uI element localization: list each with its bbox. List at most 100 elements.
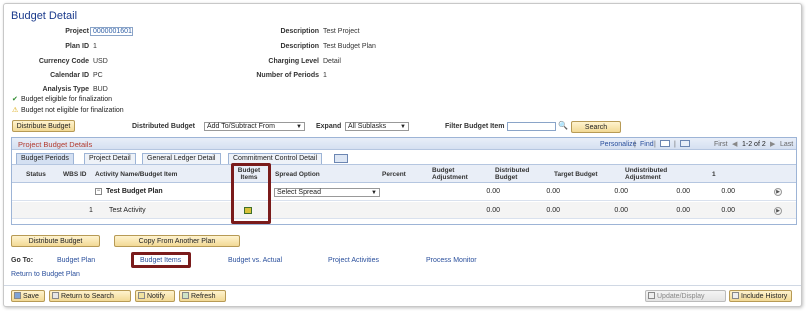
refresh-icon [182, 292, 189, 299]
distributed-budget-select[interactable]: Add To/Subtract From ▼ [204, 122, 305, 131]
periods-value: 1 [323, 72, 327, 79]
col-activity: Activity Name/Budget Item [95, 171, 178, 178]
analysis-value: BUD [93, 86, 108, 93]
goto-process-monitor-link[interactable]: Process Monitor [426, 257, 477, 264]
undistributed-adjustment-cell: 0.00 [676, 207, 690, 214]
table-row: 1 Test Activity 0.00 0.00 0.00 0.00 0.00… [12, 202, 796, 219]
update-display-label: Update/Display [657, 293, 705, 300]
distribute-budget-button-top[interactable]: Distribute Budget [12, 120, 75, 132]
include-history-button[interactable]: Include History [729, 290, 792, 302]
chevron-down-icon: ▼ [296, 124, 302, 130]
distributed-budget-label: Distributed Budget [132, 123, 195, 130]
update-icon [648, 292, 655, 299]
col-undistributed-adjustment: Undistributed Adjustment [625, 167, 668, 181]
target-budget-cell: 0.00 [614, 207, 628, 214]
budget-items-highlight [231, 163, 271, 224]
update-display-button[interactable]: Update/Display [645, 290, 726, 302]
periods-label: Number of Periods [256, 72, 319, 79]
download-icon[interactable] [680, 140, 690, 147]
chevron-down-icon: ▼ [371, 190, 377, 196]
save-label: Save [23, 293, 39, 300]
refresh-label: Refresh [191, 293, 216, 300]
filter-budget-item-input[interactable] [507, 122, 556, 131]
plan-description-value: Test Budget Plan [323, 43, 376, 50]
charging-level-value: Detail [323, 58, 341, 65]
project-budget-details-grid: Project Budget Details Personalize | Fin… [11, 137, 797, 225]
analysis-label: Analysis Type [42, 86, 89, 93]
spread-option-select[interactable]: Select Spread ▼ [274, 188, 380, 197]
personalize-link[interactable]: Personalize [600, 141, 637, 148]
save-button[interactable]: Save [11, 290, 45, 302]
include-history-label: Include History [741, 293, 788, 300]
not-eligible-status-text: Budget not eligible for finalization [20, 107, 124, 114]
target-budget-cell: 0.00 [614, 188, 628, 195]
distributed-budget-cell: 0.00 [546, 207, 560, 214]
goto-budget-vs-actual-link[interactable]: Budget vs. Actual [228, 257, 282, 264]
tab-general-ledger-detail[interactable]: General Ledger Detail [142, 153, 221, 164]
plan-description-label: Description [280, 43, 319, 50]
show-all-columns-icon[interactable] [334, 154, 348, 163]
description-value: Test Project [323, 28, 360, 35]
col-status: Status [26, 171, 46, 178]
col-target-budget: Target Budget [554, 171, 598, 178]
calendar-label: Calendar ID [50, 72, 89, 79]
activity-name: Test Activity [109, 207, 146, 214]
chevron-down-icon: ▼ [400, 124, 406, 130]
tab-project-detail[interactable]: Project Detail [84, 153, 136, 164]
distributed-budget-value: Add To/Subtract From [207, 123, 275, 130]
project-field[interactable]: 0000001601 [90, 27, 133, 36]
col-period-1: 1 [712, 171, 716, 178]
save-icon [14, 292, 21, 299]
col-wbs-id: WBS ID [63, 171, 87, 178]
not-eligible-status: ⚠ Budget not eligible for finalization [12, 106, 124, 114]
charging-level-label: Charging Level [268, 58, 319, 65]
view-all-icon[interactable] [660, 140, 670, 147]
budget-detail-window: Budget Detail Project 0000001601 Plan ID… [3, 3, 802, 307]
col-spread-option: Spread Option [275, 171, 320, 178]
calendar-value: PC [93, 72, 103, 79]
notify-button[interactable]: Notify [135, 290, 175, 302]
distributed-budget-cell: 0.00 [546, 188, 560, 195]
expand-select[interactable]: All Sublasks ▼ [345, 122, 409, 131]
row-detail-icon[interactable]: ▶ [774, 188, 782, 196]
row-detail-icon[interactable]: ▶ [774, 207, 782, 215]
description-label: Description [280, 28, 319, 35]
next-icon[interactable]: ▶ [770, 140, 775, 148]
col-distributed-budget: Distributed Budget [495, 167, 530, 181]
spread-option-value: Select Spread [277, 189, 321, 196]
expand-label: Expand [316, 123, 342, 130]
copy-from-another-plan-button[interactable]: Copy From Another Plan [114, 235, 240, 247]
find-link[interactable]: Find [640, 141, 654, 148]
tab-budget-periods[interactable]: Budget Periods [16, 153, 74, 164]
col-budget-adjustment: Budget Adjustment [432, 167, 468, 181]
check-icon: ✔ [12, 96, 18, 103]
budget-adjustment-cell: 0.00 [486, 207, 500, 214]
budget-adjustment-cell: 0.00 [486, 188, 500, 195]
last-label: Last [780, 141, 794, 148]
collapse-icon[interactable]: − [95, 188, 102, 195]
warning-icon: ⚠ [12, 107, 19, 114]
refresh-button[interactable]: Refresh [179, 290, 226, 302]
search-button[interactable]: Search [571, 121, 621, 133]
grid-header: Status WBS ID Activity Name/Budget Item … [12, 164, 796, 183]
goto-project-activities-link[interactable]: Project Activities [328, 257, 379, 264]
separator: | [634, 141, 636, 148]
return-icon [52, 292, 59, 299]
table-row: − Test Budget Plan Select Spread ▼ 0.00 … [12, 184, 796, 201]
goto-budget-plan-link[interactable]: Budget Plan [57, 257, 95, 264]
filter-budget-item-label: Filter Budget Item [445, 123, 505, 130]
undistributed-adjustment-cell: 0.00 [676, 188, 690, 195]
col-percent: Percent [382, 171, 406, 178]
distribute-budget-button[interactable]: Distribute Budget [11, 235, 100, 247]
currency-label: Currency Code [38, 58, 89, 65]
period-1-cell: 0.00 [721, 188, 735, 195]
return-to-search-label: Return to Search [61, 293, 114, 300]
return-to-budget-plan-link[interactable]: Return to Budget Plan [11, 271, 80, 278]
row-range: 1-2 of 2 [742, 141, 766, 148]
wbs-id-cell: 1 [89, 207, 93, 214]
prev-icon[interactable]: ◀ [732, 140, 737, 148]
lookup-icon[interactable]: 🔍 [558, 121, 568, 132]
history-icon [732, 292, 739, 299]
return-to-search-button[interactable]: Return to Search [49, 290, 131, 302]
notify-label: Notify [147, 293, 165, 300]
